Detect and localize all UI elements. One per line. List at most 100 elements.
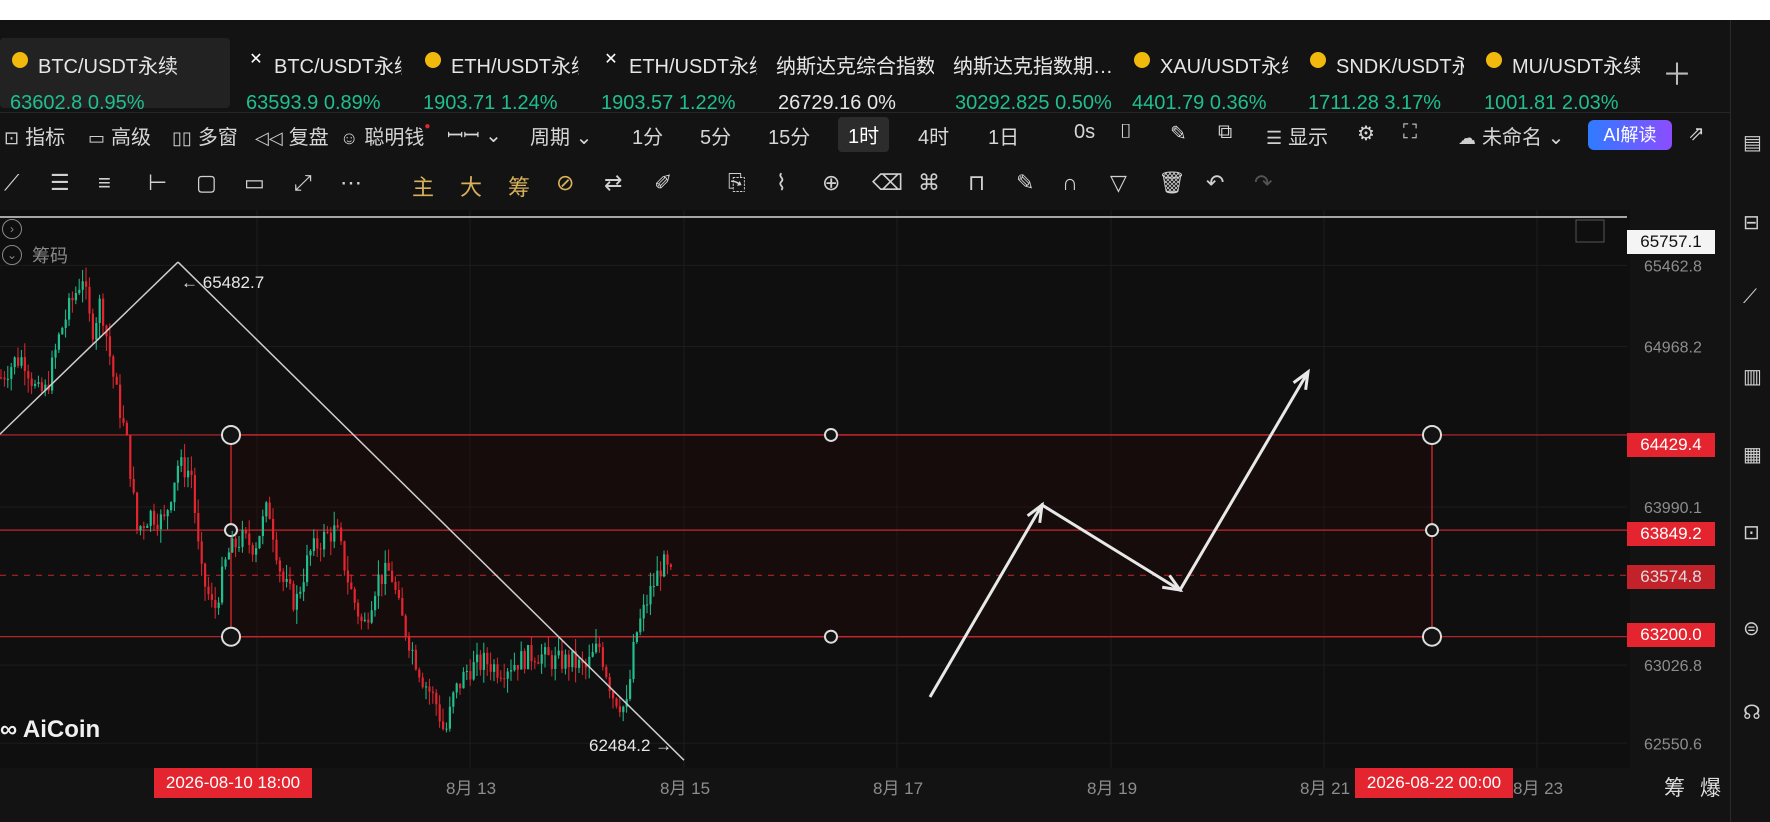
last-price-label: 63574.8	[1627, 565, 1715, 589]
candle-body	[533, 661, 536, 663]
candle-body	[431, 691, 434, 693]
candle-body	[544, 647, 547, 655]
candle-body	[91, 313, 94, 340]
candle-body	[122, 418, 125, 423]
y-tick-label: 65462.8	[1644, 258, 1702, 275]
candle-body	[326, 531, 329, 533]
candle-body	[115, 376, 118, 385]
candle-body	[659, 570, 662, 577]
candle-body	[102, 298, 105, 326]
candle-body	[265, 502, 268, 517]
candle-body	[418, 669, 421, 678]
candle-body	[34, 383, 37, 386]
orderbook-icon[interactable]: ▤	[1743, 130, 1765, 154]
candle-body	[442, 721, 445, 730]
candle-body	[561, 650, 564, 669]
burst-toggle[interactable]: 爆	[1700, 772, 1721, 802]
candle-body	[547, 647, 550, 656]
support-icon[interactable]: ☊	[1743, 700, 1765, 724]
candle-body	[374, 595, 377, 611]
candle-body	[241, 529, 244, 547]
candle-body	[537, 662, 540, 664]
candle-body	[299, 591, 302, 594]
candle-body	[472, 662, 475, 680]
candle-body	[302, 582, 305, 592]
chips-toggle[interactable]: 筹	[1664, 772, 1685, 802]
wallet-icon[interactable]: ⊟	[1743, 210, 1765, 234]
candle-body	[357, 602, 360, 617]
candle-body	[340, 527, 343, 542]
candle-body	[37, 382, 40, 384]
x-tick-label: 8月 19	[1087, 779, 1138, 798]
candle-body	[554, 655, 557, 669]
price-chart[interactable]: 65462.8 64968.2 63990.1 63026.8 62550.6	[0, 0, 1730, 822]
candle-body	[166, 510, 169, 517]
candle-body	[10, 367, 13, 379]
candle-body	[397, 589, 400, 598]
candle-body	[343, 541, 346, 571]
candle-body	[350, 582, 353, 590]
candle-body	[221, 566, 224, 603]
candle-body	[465, 671, 468, 673]
candle-body	[183, 457, 186, 478]
candle-body	[275, 539, 278, 561]
candle-body	[618, 706, 621, 713]
candle-body	[180, 457, 183, 466]
candle-body	[132, 478, 135, 493]
candle-body	[193, 475, 196, 514]
candle-body	[20, 357, 23, 366]
candle-body	[489, 664, 492, 672]
candle-body	[98, 298, 101, 323]
candle-body	[251, 545, 254, 555]
candle-body	[187, 470, 190, 478]
candle-body	[238, 546, 241, 548]
candle-body	[0, 377, 3, 379]
candle-body	[173, 482, 176, 503]
candle-body	[139, 526, 142, 531]
candle-body	[255, 548, 258, 555]
box-handle	[824, 427, 838, 442]
candle-body	[278, 560, 281, 572]
exchange-icon[interactable]: ⊜	[1743, 616, 1765, 640]
x-tick-label: 8月 15	[660, 779, 711, 798]
candle-body	[408, 635, 411, 651]
candle-body	[482, 652, 485, 670]
candle-body	[119, 384, 122, 419]
candle-body	[550, 655, 553, 669]
candle-body	[635, 632, 638, 642]
expand-icon[interactable]: ›	[2, 219, 22, 239]
candle-body	[445, 728, 448, 730]
candle-body	[384, 562, 387, 585]
box-handle	[1425, 523, 1439, 538]
x-tick-label: 8月 23	[1513, 779, 1564, 798]
candle-body	[503, 678, 506, 680]
stats-icon[interactable]: ▥	[1743, 364, 1765, 388]
y-tick-label: 64968.2	[1644, 340, 1702, 357]
robot-icon[interactable]: ⊡	[1743, 520, 1765, 544]
candle-body	[319, 548, 322, 550]
candle-body	[85, 281, 88, 287]
candle-body	[285, 578, 288, 582]
box-handle	[1422, 424, 1442, 445]
trend-icon[interactable]: ⟋	[1743, 286, 1765, 308]
collapse-icon[interactable]: ⌄	[2, 245, 22, 265]
candle-body	[214, 599, 217, 608]
etf-icon[interactable]: ▦	[1743, 442, 1765, 466]
box-mid-price-label: 63849.2	[1627, 522, 1715, 546]
candle-body	[615, 698, 618, 707]
candle-body	[200, 541, 203, 564]
candle-body	[595, 643, 598, 653]
candle-body	[506, 671, 509, 679]
candle-body	[578, 659, 581, 668]
candle-body	[129, 435, 132, 479]
candle-body	[469, 671, 472, 680]
candle-body	[455, 683, 458, 693]
candle-body	[622, 706, 625, 713]
candle-body	[499, 677, 502, 679]
candle-body	[312, 538, 315, 552]
candle-body	[333, 525, 336, 542]
candle-body	[224, 559, 227, 567]
box-bottom-price-label: 63200.0	[1627, 623, 1715, 647]
candle-body	[78, 289, 81, 294]
box-top-price-label: 64429.4	[1627, 433, 1715, 457]
